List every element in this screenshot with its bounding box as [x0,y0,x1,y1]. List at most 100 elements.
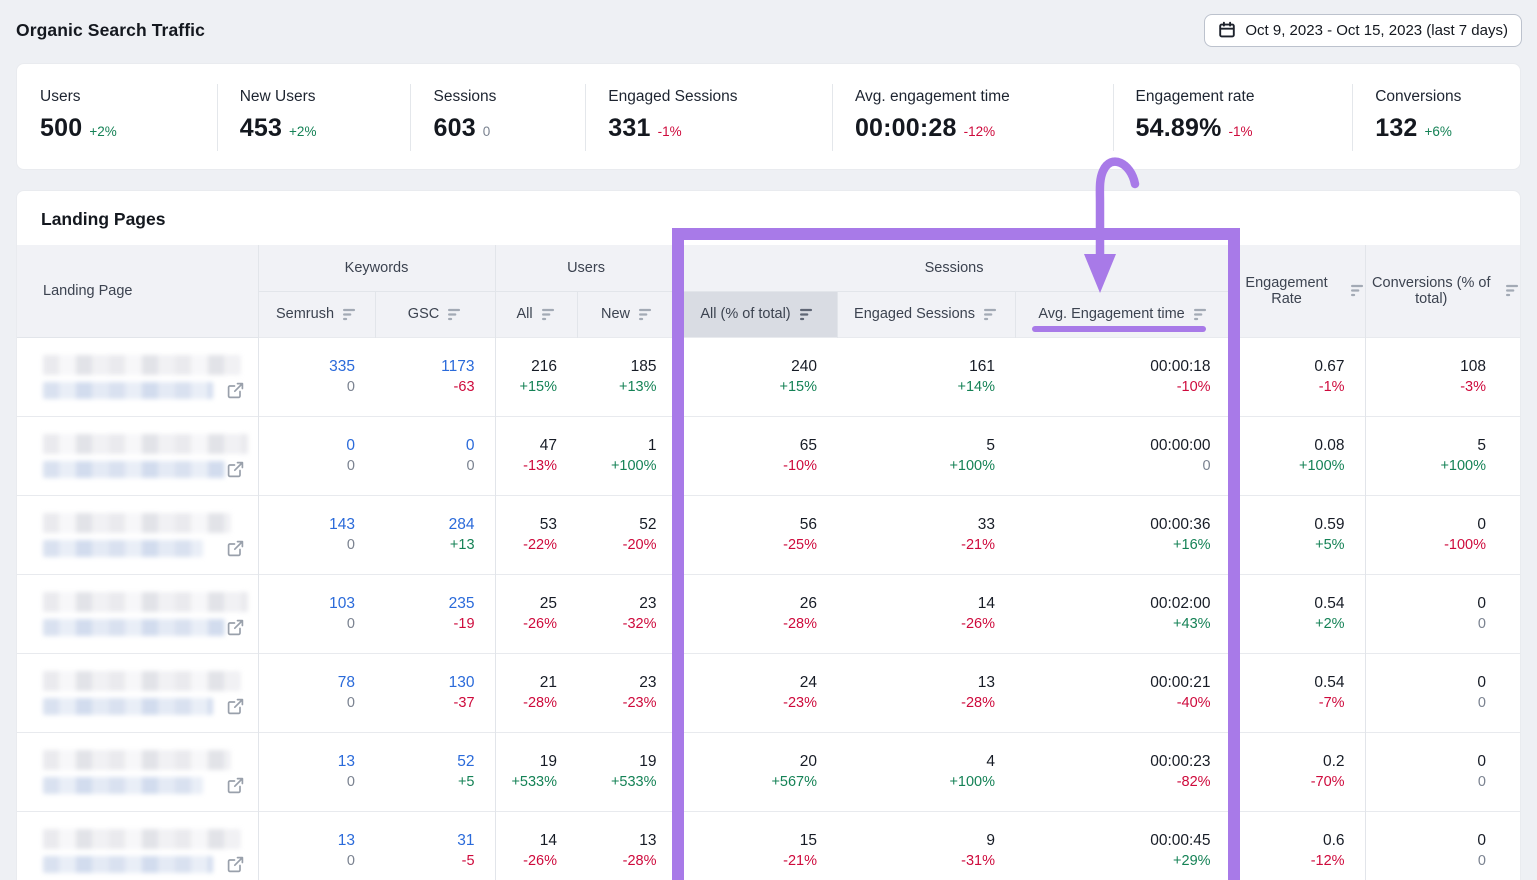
semrush-keywords-link[interactable]: 13 [259,751,356,772]
users-new-delta: -23% [577,693,657,714]
column-header-avg-engagement-time[interactable]: Avg. Engagement time [1015,291,1231,337]
page-title: Organic Search Traffic [16,20,205,41]
sessions-all-value: 24 [678,672,818,693]
external-link-icon[interactable] [226,618,245,637]
column-header-conversions[interactable]: Conversions (% of total) [1365,245,1520,337]
landing-page-cell[interactable] [17,653,258,732]
cell-sessions-all: 240 +15% [677,337,837,416]
external-link-icon[interactable] [226,460,245,479]
cell-keywords-gsc: 52 +5 [375,732,495,811]
users-all-delta: +15% [496,377,558,398]
engagement-rate-delta: -7% [1232,693,1345,714]
gsc-keywords-link[interactable]: 31 [375,830,475,851]
gsc-keywords-link[interactable]: 1173 [375,356,475,377]
users-new-delta: -20% [577,535,657,556]
users-new-value: 19 [577,751,657,772]
sessions-all-delta: -21% [678,851,818,872]
cell-conversions: 0 0 [1365,732,1520,811]
column-header-users-new[interactable]: New [577,291,677,337]
cell-engagement-rate: 0.2 -70% [1231,732,1365,811]
conversions-delta: -3% [1366,377,1486,398]
engagement-rate-value: 0.59 [1232,514,1345,535]
column-header-semrush[interactable]: Semrush [258,291,375,337]
cell-keywords-semrush: 13 0 [258,811,375,880]
table-row: 143 0 284 +13 53 -22% 52 -20% 56 -25% 33… [17,495,1520,574]
cell-keywords-gsc: 1173 -63 [375,337,495,416]
external-link-icon[interactable] [226,697,245,716]
landing-page-cell[interactable] [17,495,258,574]
cell-conversions: 0 0 [1365,653,1520,732]
sessions-all-delta: -28% [678,614,818,635]
sort-icon [638,308,653,321]
gsc-keywords-link[interactable]: 52 [375,751,475,772]
semrush-keywords-delta: 0 [259,693,356,714]
sessions-all-delta: -25% [678,535,818,556]
engagement-rate-value: 0.54 [1232,672,1345,693]
organic-search-traffic-page: Organic Search Traffic Oct 9, 2023 - Oct… [0,0,1537,880]
gsc-keywords-link[interactable]: 130 [375,672,475,693]
users-all-value: 19 [496,751,558,772]
gsc-keywords-link[interactable]: 0 [375,435,475,456]
column-header-gsc[interactable]: GSC [375,291,495,337]
landing-page-cell[interactable] [17,574,258,653]
semrush-keywords-link[interactable]: 13 [259,830,356,851]
semrush-keywords-link[interactable]: 78 [259,672,356,693]
cell-conversions: 0 0 [1365,574,1520,653]
landing-page-cell[interactable] [17,811,258,880]
semrush-keywords-link[interactable]: 335 [259,356,356,377]
engagement-rate-value: 0.08 [1232,435,1345,456]
semrush-keywords-link[interactable]: 143 [259,514,356,535]
landing-page-cell[interactable] [17,416,258,495]
sort-icon [1350,284,1365,297]
metric-value: 453 [240,114,282,143]
conversions-value: 0 [1366,830,1486,851]
semrush-keywords-link[interactable]: 103 [259,593,356,614]
engaged-sessions-value: 5 [837,435,995,456]
column-header-landing-page: Landing Page [17,245,258,337]
date-range-button[interactable]: Oct 9, 2023 - Oct 15, 2023 (last 7 days) [1204,14,1522,47]
external-link-icon[interactable] [226,539,245,558]
metric-value-row: 500 +2% [40,114,217,143]
cell-keywords-semrush: 335 0 [258,337,375,416]
metric-label: Engaged Sessions [608,88,832,106]
landing-page-cell[interactable] [17,337,258,416]
conversions-value: 0 [1366,514,1486,535]
sessions-all-header-label: All (% of total) [700,306,790,322]
metric-label: Conversions [1375,88,1520,106]
avg-engagement-time-delta: -40% [1015,693,1211,714]
cell-keywords-gsc: 130 -37 [375,653,495,732]
metric-value-row: 132 +6% [1375,114,1520,143]
engaged-sessions-delta: -31% [837,851,995,872]
conversions-value: 5 [1366,435,1486,456]
column-header-sessions-all[interactable]: All (% of total) [677,291,837,337]
users-new-delta: +13% [577,377,657,398]
column-header-engagement-rate[interactable]: Engagement Rate [1231,245,1365,337]
users-new-header-label: New [601,306,630,322]
users-all-delta: -13% [496,456,558,477]
external-link-icon[interactable] [226,776,245,795]
cell-engaged-sessions: 5 +100% [837,416,1015,495]
engagement-rate-value: 0.2 [1232,751,1345,772]
cell-users-new: 19 +533% [577,732,677,811]
landing-page-blurred-title [43,671,241,691]
users-all-value: 216 [496,356,558,377]
engaged-sessions-value: 33 [837,514,995,535]
external-link-icon[interactable] [226,381,245,400]
column-header-engaged-sessions[interactable]: Engaged Sessions [837,291,1015,337]
semrush-keywords-link[interactable]: 0 [259,435,356,456]
landing-page-cell[interactable] [17,732,258,811]
external-link-icon[interactable] [226,855,245,874]
gsc-keywords-link[interactable]: 284 [375,514,475,535]
sessions-group-label: Sessions [925,260,984,276]
column-header-users-all[interactable]: All [495,291,577,337]
conversions-value: 0 [1366,672,1486,693]
table-row: 13 0 31 -5 14 -26% 13 -28% 15 -21% 9 -31… [17,811,1520,880]
conversions-delta: -100% [1366,535,1486,556]
cell-engaged-sessions: 161 +14% [837,337,1015,416]
landing-page-blurred-url [43,540,203,557]
cell-keywords-semrush: 0 0 [258,416,375,495]
engagement-rate-value: 0.67 [1232,356,1345,377]
engagement-rate-delta: -70% [1232,772,1345,793]
cell-engaged-sessions: 33 -21% [837,495,1015,574]
gsc-keywords-link[interactable]: 235 [375,593,475,614]
